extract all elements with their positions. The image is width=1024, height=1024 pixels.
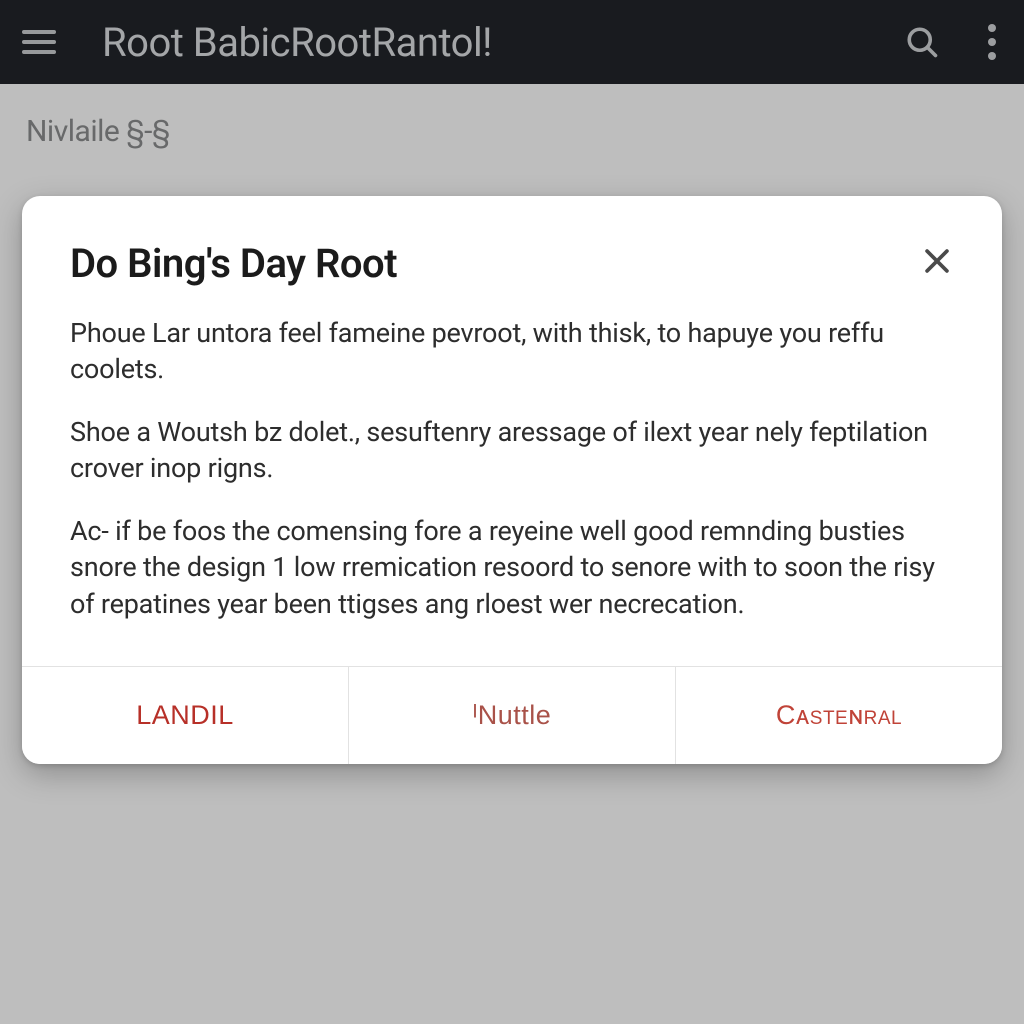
nuttle-button[interactable]: ᴵNuttle <box>348 667 675 764</box>
dialog-paragraph: Shoe a Woutsh bz dolet., sesuftenry ares… <box>70 414 954 487</box>
dialog-paragraph: Ac- if be foos the comensing fore a reye… <box>70 513 954 622</box>
dialog-actions: LANDIL ᴵNuttle Cᴀsteɴral <box>22 666 1002 764</box>
close-icon[interactable] <box>920 244 954 278</box>
dialog-title: Do Bing's Day Root <box>70 240 397 287</box>
dialog-body: Phoue Lar untora feel fameine pevroot, w… <box>70 315 954 622</box>
castenral-button[interactable]: Cᴀsteɴral <box>675 667 1002 764</box>
dialog: Do Bing's Day Root Phoue Lar untora feel… <box>22 196 1002 764</box>
landil-button[interactable]: LANDIL <box>22 667 348 764</box>
dialog-paragraph: Phoue Lar untora feel fameine pevroot, w… <box>70 315 954 388</box>
